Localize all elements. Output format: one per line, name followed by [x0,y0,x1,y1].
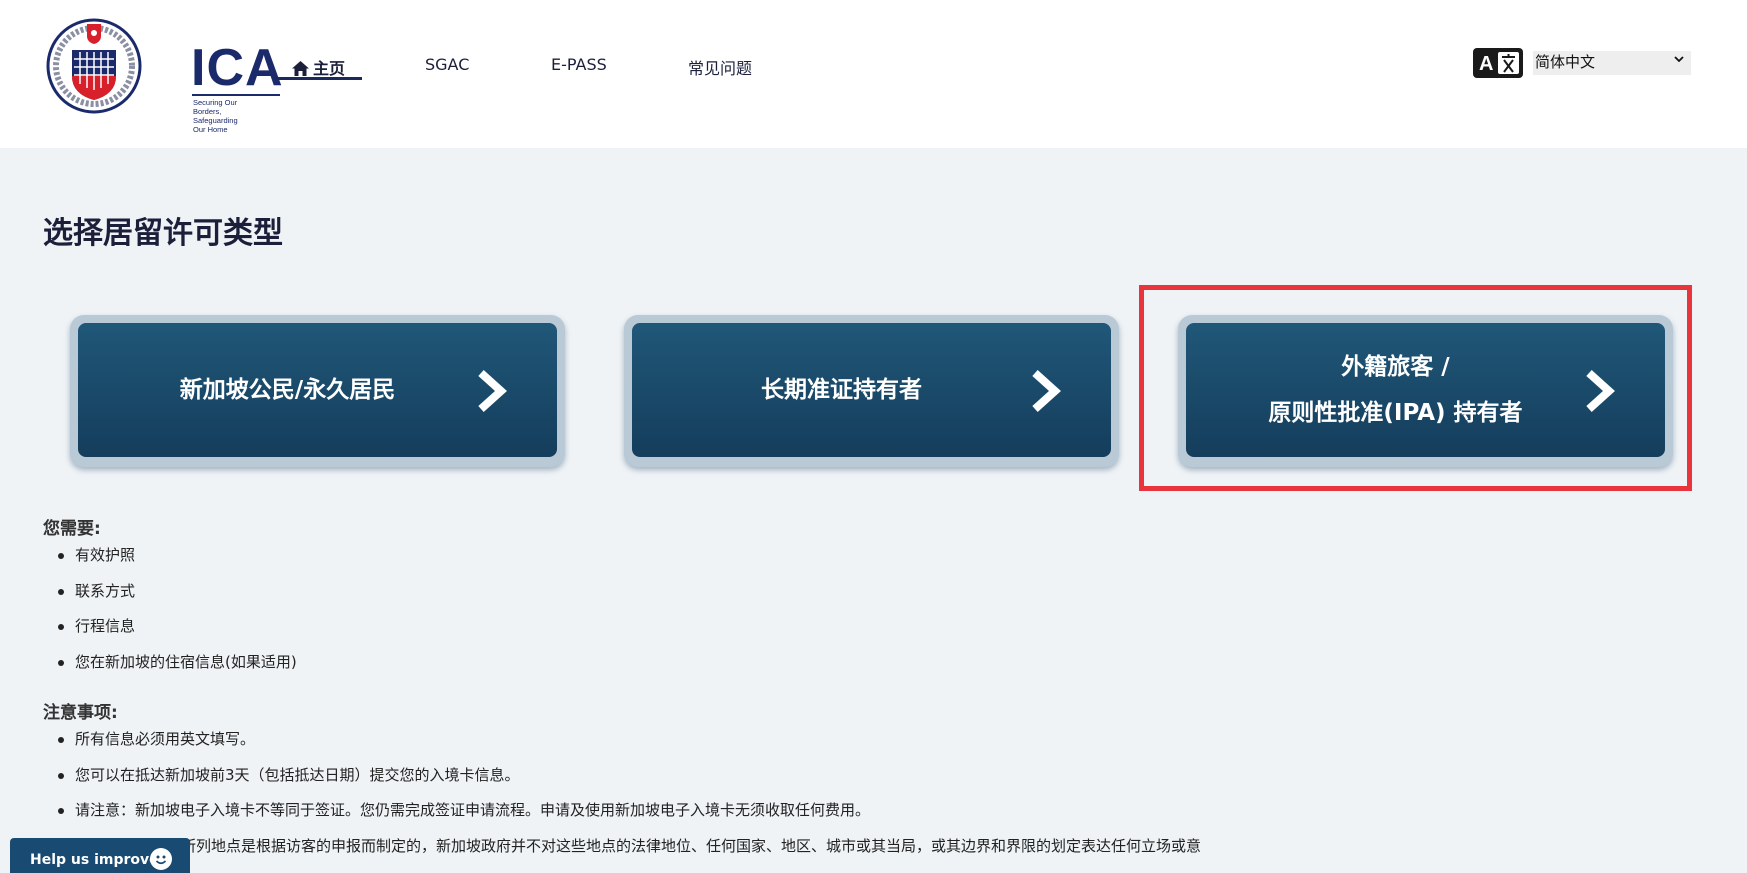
long-term-pass-button[interactable]: 长期准证持有者 [632,323,1111,457]
list-item: 您可以在抵达新加坡前3天（包括抵达日期）提交您的入境卡信息。 [57,765,1201,801]
list-item: 有效护照 [58,545,297,581]
translate-icon: A [1473,48,1523,78]
logo-tagline: Securing Our Borders, Safeguarding Our H… [193,98,238,134]
help-us-improve-label: Help us improve [30,852,159,868]
chevron-right-icon [478,370,507,412]
list-item: 行程信息 [58,616,297,652]
chevron-right-icon [1032,370,1061,412]
highlight-box [1139,285,1692,491]
ica-crest-icon [46,18,142,114]
requirements-list: 有效护照 联系方式 行程信息 您在新加坡的住宿信息(如果适用) [58,545,297,688]
list-item: 所有信息必须用英文填写。 [57,729,1201,765]
list-item: 的下拉菜单所列地点是根据访客的申报而制定的，新加坡政府并不对这些地点的法律地位、… [88,836,1201,872]
list-item: 您在新加坡的住宿信息(如果适用) [58,652,297,688]
nav-home-label: 主页 [312,59,345,78]
notes-list: 所有信息必须用英文填写。 您可以在抵达新加坡前3天（包括抵达日期）提交您的入境卡… [57,729,1201,872]
smiley-icon [150,848,172,870]
citizen-pr-button[interactable]: 新加坡公民/永久居民 [78,323,557,457]
chevron-down-icon [1674,56,1684,63]
list-item: 请注意：新加坡电子入境卡不等同于签证。您仍需完成签证申请流程。申请及使用新加坡电… [57,800,1201,836]
notes-heading: 注意事项: [43,703,118,723]
language-select-value: 简体中文 [1535,53,1596,71]
nav-sgac[interactable]: SGAC [425,55,469,74]
language-select[interactable]: 简体中文 [1533,51,1691,75]
list-item: 联系方式 [58,581,297,617]
page-title: 选择居留许可类型 [43,216,283,251]
card-label: 长期准证持有者 [761,377,922,403]
logo-divider [192,94,280,96]
ica-logo[interactable]: ICA Securing Our Borders, Safeguarding O… [44,14,283,134]
help-us-improve-button[interactable]: Help us improve [10,838,190,873]
nav-faq[interactable]: 常见问题 [688,55,752,79]
nav-epass[interactable]: E-PASS [551,55,607,74]
nav-active-indicator [275,77,362,80]
svg-text:A: A [1479,53,1493,75]
requirements-heading: 您需要: [43,519,101,539]
home-icon [291,61,309,76]
card-label: 新加坡公民/永久居民 [179,377,396,403]
logo-wordmark: ICA [191,39,284,97]
site-header: ICA Securing Our Borders, Safeguarding O… [0,0,1747,148]
card-frame-ltp: 长期准证持有者 [624,315,1119,467]
card-frame-citizen: 新加坡公民/永久居民 [70,315,565,467]
